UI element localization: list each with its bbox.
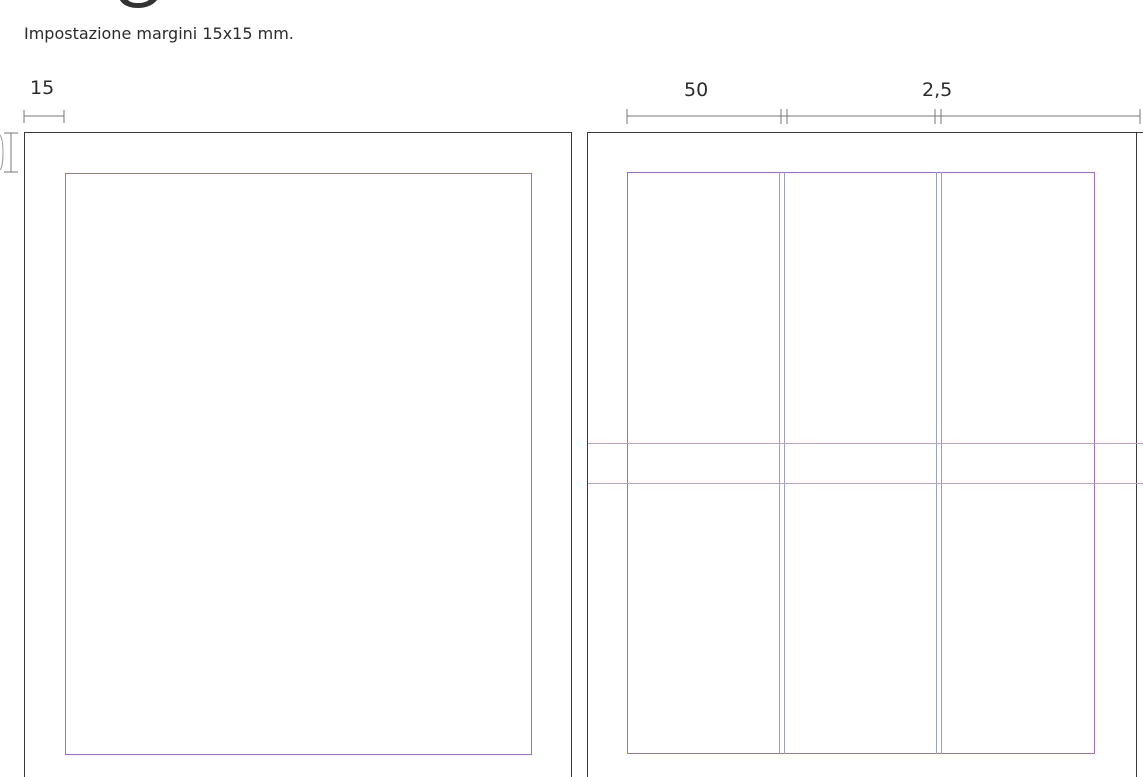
left-page-margin-guide	[65, 173, 532, 755]
cropped-top-margin-label	[0, 134, 4, 171]
right-page-margin-guide	[627, 172, 1095, 754]
left-page-border	[24, 132, 572, 777]
right-page-border	[587, 132, 1143, 777]
column-dimension-marker	[626, 109, 1141, 124]
margin-dimension-marker	[23, 110, 65, 123]
column-guides	[779, 172, 942, 754]
layout-diagram	[0, 109, 1143, 777]
horizontal-guides	[588, 443, 1143, 484]
top-margin-dimension-marker	[4, 132, 18, 173]
